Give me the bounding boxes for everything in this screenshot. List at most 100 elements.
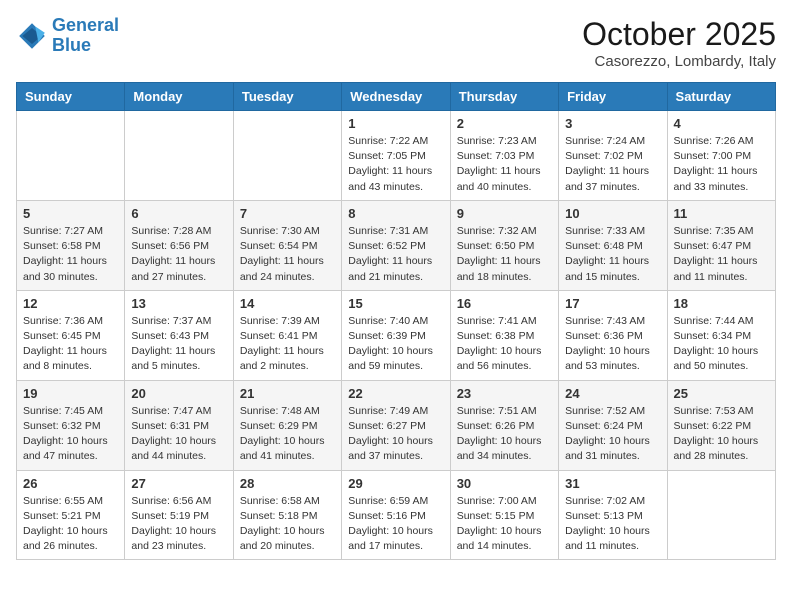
day-number: 18 (674, 296, 769, 311)
day-number: 11 (674, 206, 769, 221)
calendar-cell: 31Sunrise: 7:02 AM Sunset: 5:13 PM Dayli… (559, 470, 667, 560)
day-info: Sunrise: 7:35 AM Sunset: 6:47 PM Dayligh… (674, 224, 769, 285)
calendar-table: SundayMondayTuesdayWednesdayThursdayFrid… (16, 82, 776, 560)
day-number: 30 (457, 476, 552, 491)
calendar-cell: 28 Sunrise: 6:58 AM Sunset: 5:18 PM Dayli… (233, 470, 341, 560)
day-number: 25 (674, 386, 769, 401)
day-number: 19 (23, 386, 118, 401)
calendar-cell: 16 Sunrise: 7:41 AM Sunset: 6:38 PM Dayli… (450, 290, 558, 380)
day-info: Sunrise: 7:33 AM Sunset: 6:48 PM Dayligh… (565, 224, 660, 285)
day-info: Sunrise: 7:39 AM Sunset: 6:41 PM Dayligh… (240, 314, 335, 375)
day-info: Sunrise: 7:30 AM Sunset: 6:54 PM Dayligh… (240, 224, 335, 285)
day-info: Sunrise: 7:23 AM Sunset: 7:03 PM Dayligh… (457, 134, 552, 195)
calendar-cell: 10Sunrise: 7:33 AM Sunset: 6:48 PM Dayli… (559, 200, 667, 290)
calendar-cell: 20 Sunrise: 7:47 AM Sunset: 6:31 PM Dayli… (125, 380, 233, 470)
day-info: Sunrise: 7:52 AM Sunset: 6:24 PM Dayligh… (565, 404, 660, 465)
day-number: 26 (23, 476, 118, 491)
page-header: General Blue October 2025 Casorezzo, Lom… (16, 16, 776, 70)
day-number: 24 (565, 386, 660, 401)
weekday-header: Thursday (450, 83, 558, 111)
calendar-cell: 25Sunrise: 7:53 AM Sunset: 6:22 PM Dayli… (667, 380, 775, 470)
calendar-cell: 2 Sunrise: 7:23 AM Sunset: 7:03 PM Daylig… (450, 111, 558, 201)
day-number: 20 (131, 386, 226, 401)
day-info: Sunrise: 7:24 AM Sunset: 7:02 PM Dayligh… (565, 134, 660, 195)
calendar-cell (125, 111, 233, 201)
calendar-cell: 24 Sunrise: 7:52 AM Sunset: 6:24 PM Dayli… (559, 380, 667, 470)
calendar-week-row: 19 Sunrise: 7:45 AM Sunset: 6:32 PM Dayli… (17, 380, 776, 470)
calendar-cell: 26Sunrise: 6:55 AM Sunset: 5:21 PM Dayli… (17, 470, 125, 560)
day-number: 4 (674, 116, 769, 131)
day-number: 5 (23, 206, 118, 221)
calendar-cell: 29Sunrise: 6:59 AM Sunset: 5:16 PM Dayli… (342, 470, 450, 560)
calendar-header-row: SundayMondayTuesdayWednesdayThursdayFrid… (17, 83, 776, 111)
calendar-cell: 21Sunrise: 7:48 AM Sunset: 6:29 PM Dayli… (233, 380, 341, 470)
day-info: Sunrise: 7:22 AM Sunset: 7:05 PM Dayligh… (348, 134, 443, 195)
day-number: 28 (240, 476, 335, 491)
calendar-cell: 19 Sunrise: 7:45 AM Sunset: 6:32 PM Dayli… (17, 380, 125, 470)
calendar-cell: 6 Sunrise: 7:28 AM Sunset: 6:56 PM Daylig… (125, 200, 233, 290)
day-info: Sunrise: 6:56 AM Sunset: 5:19 PM Dayligh… (131, 494, 226, 555)
day-info: Sunrise: 7:45 AM Sunset: 6:32 PM Dayligh… (23, 404, 118, 465)
day-number: 6 (131, 206, 226, 221)
calendar-cell: 18 Sunrise: 7:44 AM Sunset: 6:34 PM Dayli… (667, 290, 775, 380)
logo: General Blue (16, 16, 119, 56)
day-number: 3 (565, 116, 660, 131)
day-info: Sunrise: 7:00 AM Sunset: 5:15 PM Dayligh… (457, 494, 552, 555)
day-number: 1 (348, 116, 443, 131)
day-info: Sunrise: 7:27 AM Sunset: 6:58 PM Dayligh… (23, 224, 118, 285)
calendar-week-row: 12 Sunrise: 7:36 AM Sunset: 6:45 PM Dayli… (17, 290, 776, 380)
calendar-cell: 7Sunrise: 7:30 AM Sunset: 6:54 PM Daylig… (233, 200, 341, 290)
calendar-cell: 13 Sunrise: 7:37 AM Sunset: 6:43 PM Dayli… (125, 290, 233, 380)
calendar-cell: 11 Sunrise: 7:35 AM Sunset: 6:47 PM Dayli… (667, 200, 775, 290)
day-info: Sunrise: 7:43 AM Sunset: 6:36 PM Dayligh… (565, 314, 660, 375)
day-number: 2 (457, 116, 552, 131)
calendar-week-row: 5 Sunrise: 7:27 AM Sunset: 6:58 PM Daylig… (17, 200, 776, 290)
weekday-header: Friday (559, 83, 667, 111)
calendar-cell (667, 470, 775, 560)
day-info: Sunrise: 7:02 AM Sunset: 5:13 PM Dayligh… (565, 494, 660, 555)
day-info: Sunrise: 7:36 AM Sunset: 6:45 PM Dayligh… (23, 314, 118, 375)
day-number: 21 (240, 386, 335, 401)
day-info: Sunrise: 7:37 AM Sunset: 6:43 PM Dayligh… (131, 314, 226, 375)
day-number: 13 (131, 296, 226, 311)
calendar-cell: 30 Sunrise: 7:00 AM Sunset: 5:15 PM Dayli… (450, 470, 558, 560)
calendar-cell: 15Sunrise: 7:40 AM Sunset: 6:39 PM Dayli… (342, 290, 450, 380)
calendar-cell: 4 Sunrise: 7:26 AM Sunset: 7:00 PM Daylig… (667, 111, 775, 201)
day-number: 29 (348, 476, 443, 491)
day-info: Sunrise: 7:51 AM Sunset: 6:26 PM Dayligh… (457, 404, 552, 465)
day-info: Sunrise: 7:32 AM Sunset: 6:50 PM Dayligh… (457, 224, 552, 285)
logo-text: General Blue (52, 16, 119, 56)
day-number: 15 (348, 296, 443, 311)
calendar-cell: 17 Sunrise: 7:43 AM Sunset: 6:36 PM Dayli… (559, 290, 667, 380)
weekday-header: Wednesday (342, 83, 450, 111)
day-info: Sunrise: 7:44 AM Sunset: 6:34 PM Dayligh… (674, 314, 769, 375)
calendar-cell: 12 Sunrise: 7:36 AM Sunset: 6:45 PM Dayli… (17, 290, 125, 380)
day-info: Sunrise: 7:26 AM Sunset: 7:00 PM Dayligh… (674, 134, 769, 195)
day-info: Sunrise: 7:49 AM Sunset: 6:27 PM Dayligh… (348, 404, 443, 465)
title-block: October 2025 Casorezzo, Lombardy, Italy (582, 16, 776, 70)
calendar-cell: 23 Sunrise: 7:51 AM Sunset: 6:26 PM Dayli… (450, 380, 558, 470)
day-number: 16 (457, 296, 552, 311)
weekday-header: Tuesday (233, 83, 341, 111)
day-number: 14 (240, 296, 335, 311)
day-number: 9 (457, 206, 552, 221)
calendar-week-row: 26Sunrise: 6:55 AM Sunset: 5:21 PM Dayli… (17, 470, 776, 560)
day-info: Sunrise: 7:28 AM Sunset: 6:56 PM Dayligh… (131, 224, 226, 285)
calendar-cell: 14 Sunrise: 7:39 AM Sunset: 6:41 PM Dayli… (233, 290, 341, 380)
day-info: Sunrise: 7:31 AM Sunset: 6:52 PM Dayligh… (348, 224, 443, 285)
day-number: 23 (457, 386, 552, 401)
logo-icon (16, 20, 48, 52)
weekday-header: Saturday (667, 83, 775, 111)
calendar-cell: 27Sunrise: 6:56 AM Sunset: 5:19 PM Dayli… (125, 470, 233, 560)
calendar-cell (17, 111, 125, 201)
month-title: October 2025 (582, 16, 776, 53)
day-info: Sunrise: 7:41 AM Sunset: 6:38 PM Dayligh… (457, 314, 552, 375)
day-number: 8 (348, 206, 443, 221)
calendar-cell: 3 Sunrise: 7:24 AM Sunset: 7:02 PM Daylig… (559, 111, 667, 201)
day-number: 17 (565, 296, 660, 311)
day-info: Sunrise: 7:47 AM Sunset: 6:31 PM Dayligh… (131, 404, 226, 465)
day-info: Sunrise: 6:58 AM Sunset: 5:18 PM Dayligh… (240, 494, 335, 555)
calendar-cell (233, 111, 341, 201)
calendar-cell: 5 Sunrise: 7:27 AM Sunset: 6:58 PM Daylig… (17, 200, 125, 290)
day-number: 12 (23, 296, 118, 311)
